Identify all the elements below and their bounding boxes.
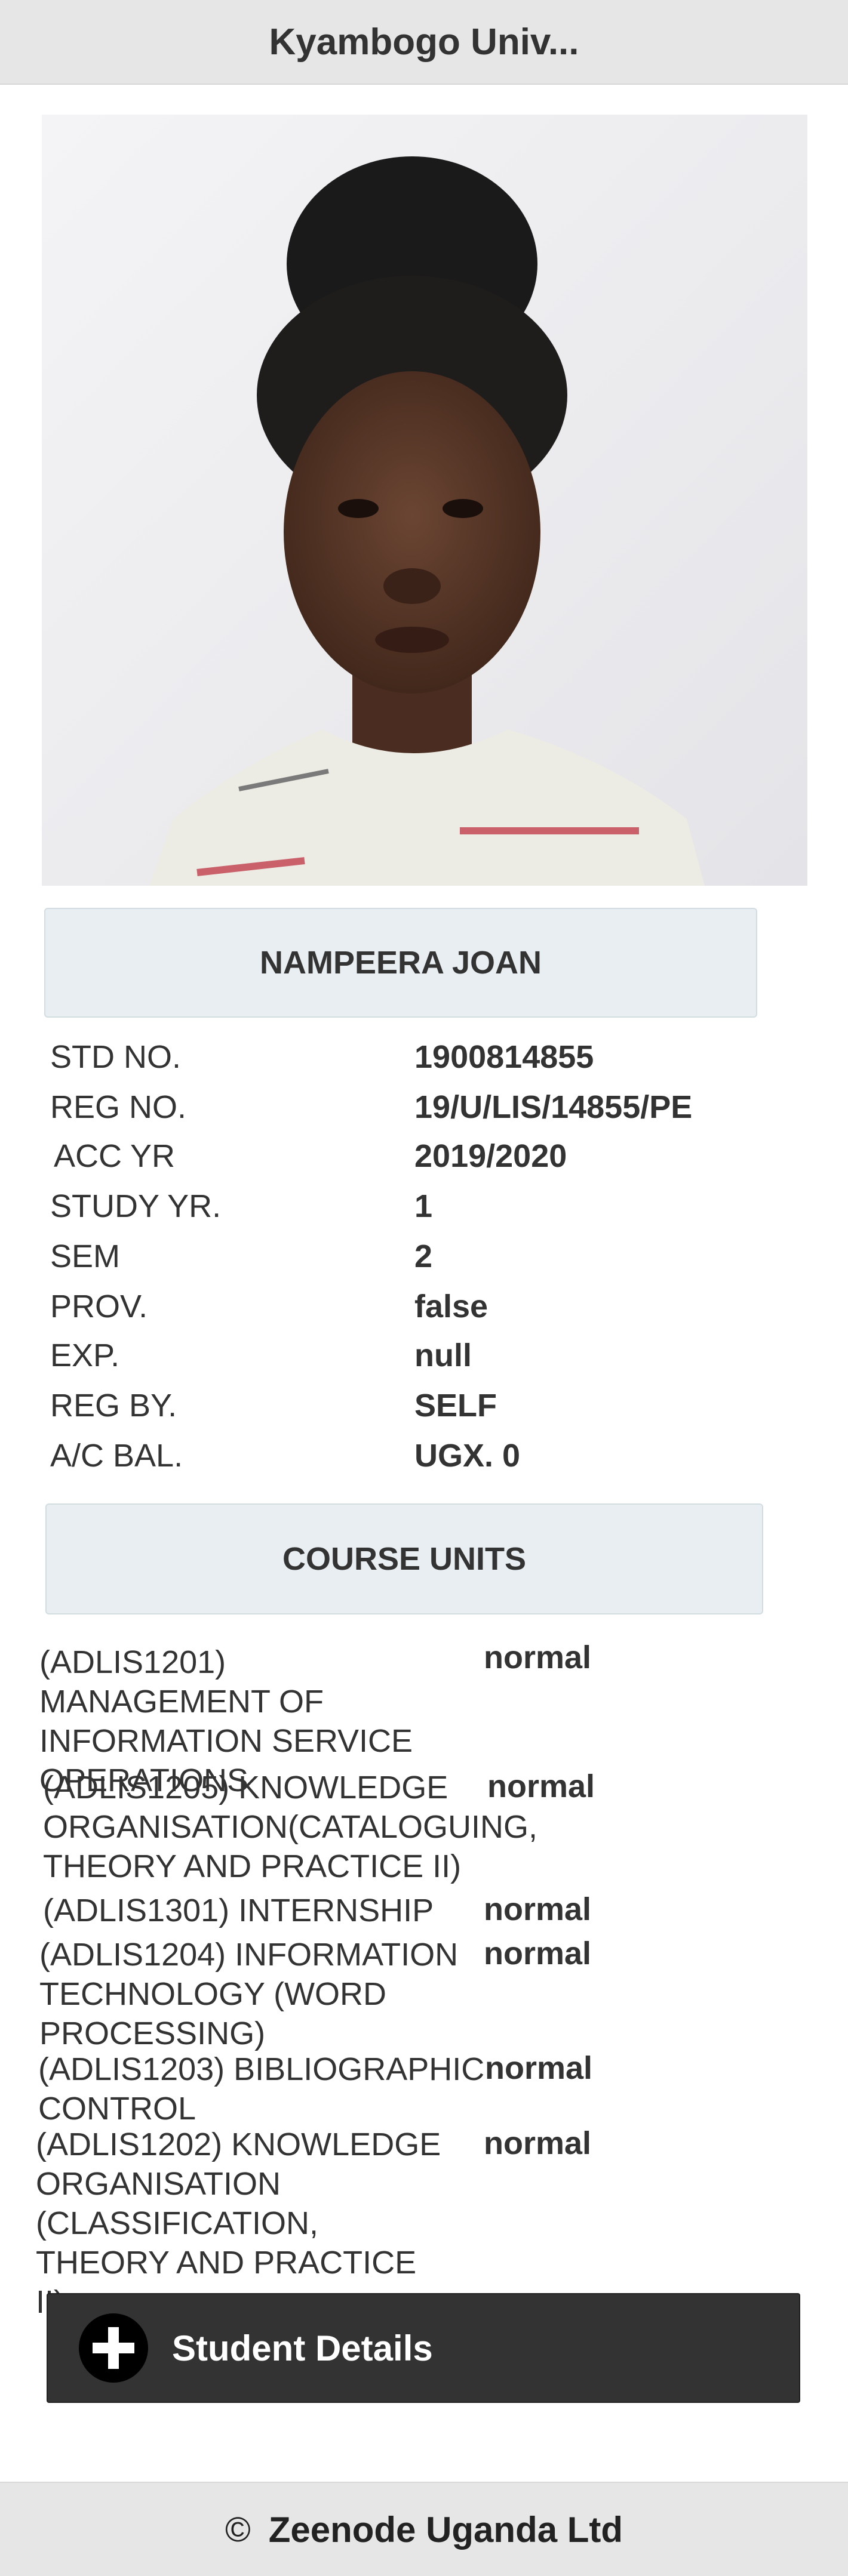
- course-unit-status: normal: [485, 2050, 593, 2086]
- info-label: STD NO.: [50, 1039, 182, 1075]
- info-label: STUDY YR.: [50, 1188, 222, 1224]
- info-row-study-yr: STUDY YR. 1: [0, 1188, 848, 1235]
- info-value: 1900814855: [414, 1039, 594, 1075]
- course-unit-name: (ADLIS1205) KNOWLEDGE ORGANISATION(CATAL…: [43, 1770, 538, 1884]
- info-row-prov: PROV. false: [0, 1288, 848, 1336]
- info-label: SEM: [50, 1238, 121, 1274]
- footer: © Zeenode Uganda Ltd: [0, 2482, 848, 2576]
- student-name: NAMPEERA JOAN: [259, 945, 542, 981]
- info-label: EXP.: [50, 1338, 120, 1373]
- info-row-sem: SEM 2: [0, 1238, 848, 1286]
- info-row-reg-no: REG NO. 19/U/LIS/14855/PE: [0, 1089, 848, 1136]
- info-value: 19/U/LIS/14855/PE: [414, 1089, 693, 1125]
- info-row-std-no: STD NO. 1900814855: [0, 1039, 848, 1086]
- course-unit-status: normal: [487, 1768, 595, 1804]
- info-row-exp: EXP. null: [0, 1337, 848, 1385]
- info-label: PROV.: [50, 1289, 148, 1324]
- copyright-symbol: ©: [225, 2510, 251, 2549]
- info-row-reg-by: REG BY. SELF: [0, 1387, 848, 1435]
- page-title: Kyambogo Univ...: [269, 21, 579, 63]
- course-unit-status: normal: [484, 1891, 592, 1927]
- student-name-card: NAMPEERA JOAN: [44, 908, 757, 1018]
- info-row-ac-bal: A/C BAL. UGX. 0: [0, 1437, 848, 1485]
- course-unit-name: (ADLIS1203) BIBLIOGRAPHIC CONTROL: [38, 2051, 485, 2127]
- student-details-button[interactable]: Student Details: [47, 2293, 800, 2403]
- info-value: 2019/2020: [414, 1138, 567, 1174]
- student-photo: [42, 115, 807, 886]
- app-header: Kyambogo Univ...: [0, 0, 848, 85]
- student-details-label: Student Details: [172, 2328, 433, 2368]
- info-label: ACC YR: [54, 1138, 176, 1174]
- course-unit-name: (ADLIS1204) INFORMATION TECHNOLOGY (WORD…: [39, 1937, 459, 2051]
- course-unit-name: (ADLIS1301) INTERNSHIP: [43, 1893, 434, 1928]
- info-label: REG BY.: [50, 1388, 177, 1423]
- info-value: UGX. 0: [414, 1438, 521, 1474]
- course-units-heading: COURSE UNITS: [282, 1541, 527, 1577]
- footer-org-name: Zeenode Uganda Ltd: [268, 2509, 623, 2550]
- info-value: null: [414, 1338, 472, 1373]
- course-unit-status: normal: [484, 1936, 592, 1971]
- info-row-acc-yr: ACC YR 2019/2020: [0, 1138, 848, 1185]
- course-units-heading-card: COURSE UNITS: [45, 1503, 763, 1614]
- course-unit-name: (ADLIS1202) KNOWLEDGE ORGANISATION (CLAS…: [36, 2127, 441, 2320]
- info-value: SELF: [414, 1388, 497, 1423]
- info-value: false: [414, 1289, 488, 1324]
- info-value: 2: [414, 1238, 433, 1274]
- course-unit-status: normal: [484, 2125, 592, 2161]
- plus-circle-icon: [79, 2313, 148, 2383]
- info-label: A/C BAL.: [50, 1438, 183, 1474]
- info-label: REG NO.: [50, 1089, 187, 1125]
- course-unit-status: normal: [484, 1640, 592, 1675]
- info-value: 1: [414, 1188, 433, 1224]
